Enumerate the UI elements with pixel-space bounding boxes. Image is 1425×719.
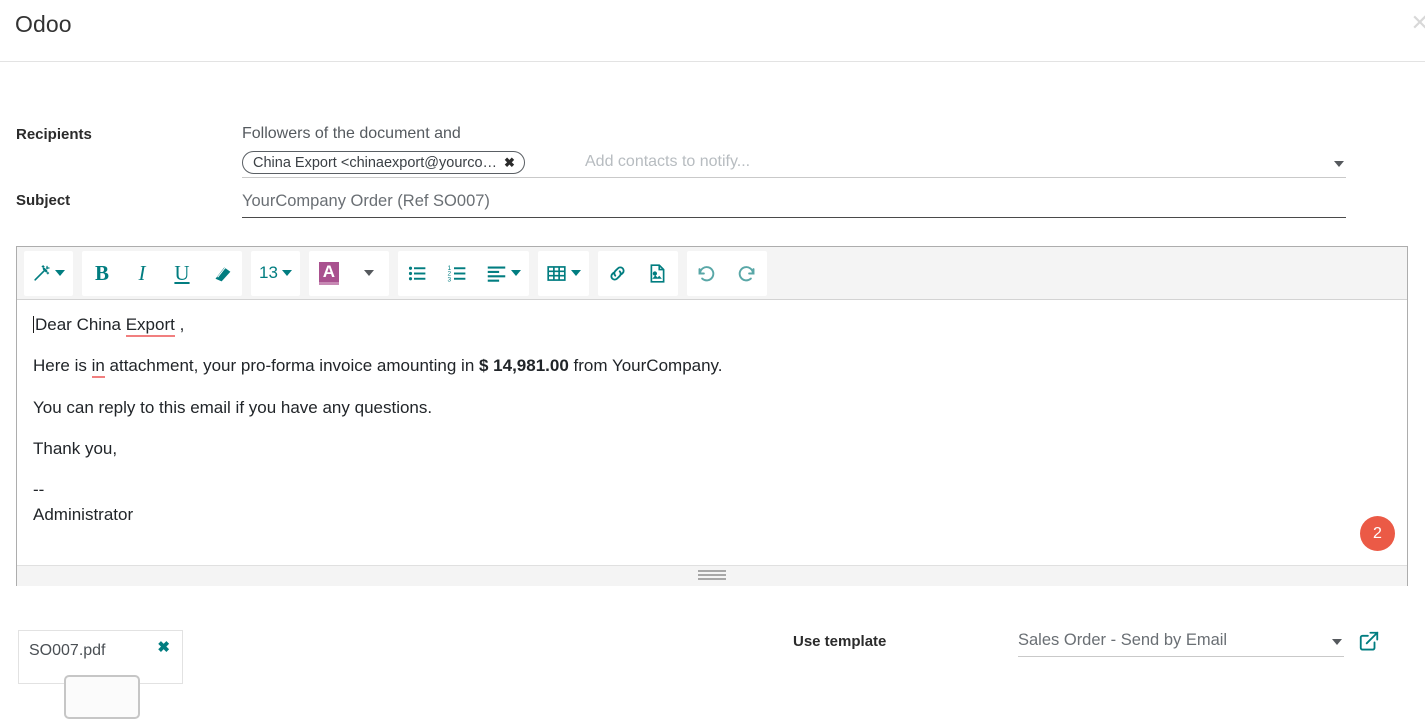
table-icon[interactable] xyxy=(538,251,589,296)
email-body-editor: B I U 13 A xyxy=(16,246,1408,586)
toolbar-group-size: 13 xyxy=(251,251,300,296)
attachment-card[interactable]: SO007.pdf ✖ xyxy=(18,630,183,684)
eraser-icon[interactable] xyxy=(202,251,242,296)
editor-toolbar: B I U 13 A xyxy=(17,247,1407,300)
recipient-chip-label: China Export <chinaexport@yourco… xyxy=(253,155,497,171)
toolbar-group-format: B I U xyxy=(82,251,242,296)
status-badge[interactable]: 2 xyxy=(1360,516,1395,551)
attachment-filename: SO007.pdf xyxy=(29,642,106,660)
signature-separator: -- xyxy=(33,479,1391,500)
grip-line xyxy=(698,574,726,576)
chevron-down-icon[interactable] xyxy=(1334,161,1344,167)
use-template-label: Use template xyxy=(793,633,886,650)
redo-icon[interactable] xyxy=(727,251,767,296)
chevron-down-icon xyxy=(571,270,581,276)
underline-icon[interactable]: U xyxy=(162,251,202,296)
document-icon xyxy=(64,675,140,719)
subject-label: Subject xyxy=(16,192,70,209)
page-title: Odoo xyxy=(15,11,72,38)
chevron-down-icon xyxy=(364,270,374,276)
line2-misspelled: in xyxy=(92,356,105,378)
signature-name: Administrator xyxy=(33,504,1391,525)
subject-value: YourCompany Order (Ref SO007) xyxy=(242,192,490,211)
font-size-value: 13 xyxy=(259,263,278,283)
body-greeting: Dear China Export , xyxy=(33,314,1391,335)
line2-part3: from YourCompany. xyxy=(569,356,723,375)
toolbar-group-table xyxy=(538,251,589,296)
toolbar-group-lists: 1 2 3 xyxy=(398,251,529,296)
magic-wand-icon[interactable] xyxy=(24,251,73,296)
close-icon[interactable]: ✕ xyxy=(1411,12,1425,34)
line2-part2: attachment, your pro-forma invoice amoun… xyxy=(105,356,479,375)
ordered-list-icon[interactable]: 1 2 3 xyxy=(438,251,478,296)
grip-line xyxy=(698,570,726,572)
invoice-amount: $ 14,981.00 xyxy=(479,356,569,375)
italic-icon[interactable]: I xyxy=(122,251,162,296)
undo-icon[interactable] xyxy=(687,251,727,296)
remove-attachment-icon[interactable]: ✖ xyxy=(157,640,170,655)
toolbar-group-style xyxy=(24,251,73,296)
followers-text: Followers of the document and xyxy=(242,125,461,143)
remove-recipient-icon[interactable]: ✖ xyxy=(504,156,515,169)
align-left-icon[interactable] xyxy=(478,251,529,296)
open-template-icon[interactable] xyxy=(1358,630,1380,657)
template-value: Sales Order - Send by Email xyxy=(1018,631,1227,650)
font-color-icon[interactable]: A xyxy=(309,251,349,296)
bold-icon[interactable]: B xyxy=(82,251,122,296)
svg-text:3: 3 xyxy=(448,276,452,283)
font-color-letter: A xyxy=(319,262,339,285)
greeting-suffix: , xyxy=(175,315,184,334)
toolbar-group-history xyxy=(687,251,767,296)
subject-input[interactable]: YourCompany Order (Ref SO007) xyxy=(242,192,1346,218)
toolbar-group-media xyxy=(598,251,678,296)
email-body-content[interactable]: Dear China Export , Here is in attachmen… xyxy=(17,300,1407,565)
greeting-prefix: Dear China xyxy=(35,315,126,334)
toolbar-group-color: A xyxy=(309,251,389,296)
image-icon[interactable] xyxy=(638,251,678,296)
recipients-label: Recipients xyxy=(16,126,92,143)
greeting-name: Export xyxy=(126,315,175,337)
chevron-down-icon xyxy=(282,270,292,276)
recipients-placeholder: Add contacts to notify... xyxy=(585,153,750,171)
body-line-reply: You can reply to this email if you have … xyxy=(33,397,1391,418)
grip-line xyxy=(698,578,726,580)
editor-footer xyxy=(17,565,1407,586)
dialog-header: Odoo ✕ xyxy=(0,0,1425,62)
link-icon[interactable] xyxy=(598,251,638,296)
line2-part1: Here is xyxy=(33,356,92,375)
font-color-dropdown[interactable] xyxy=(349,251,389,296)
chevron-down-icon[interactable] xyxy=(1332,639,1342,645)
resize-handle[interactable] xyxy=(698,570,726,582)
chevron-down-icon xyxy=(55,270,65,276)
recipient-chip[interactable]: China Export <chinaexport@yourco… ✖ xyxy=(242,151,525,174)
recipients-input[interactable]: China Export <chinaexport@yourco… ✖ Add … xyxy=(242,151,1346,178)
chevron-down-icon xyxy=(511,270,521,276)
template-select[interactable]: Sales Order - Send by Email xyxy=(1018,630,1344,657)
text-cursor xyxy=(33,316,34,333)
body-line-invoice: Here is in attachment, your pro-forma in… xyxy=(33,355,1391,376)
unordered-list-icon[interactable] xyxy=(398,251,438,296)
body-line-thanks: Thank you, xyxy=(33,438,1391,459)
font-size-dropdown[interactable]: 13 xyxy=(251,251,300,296)
